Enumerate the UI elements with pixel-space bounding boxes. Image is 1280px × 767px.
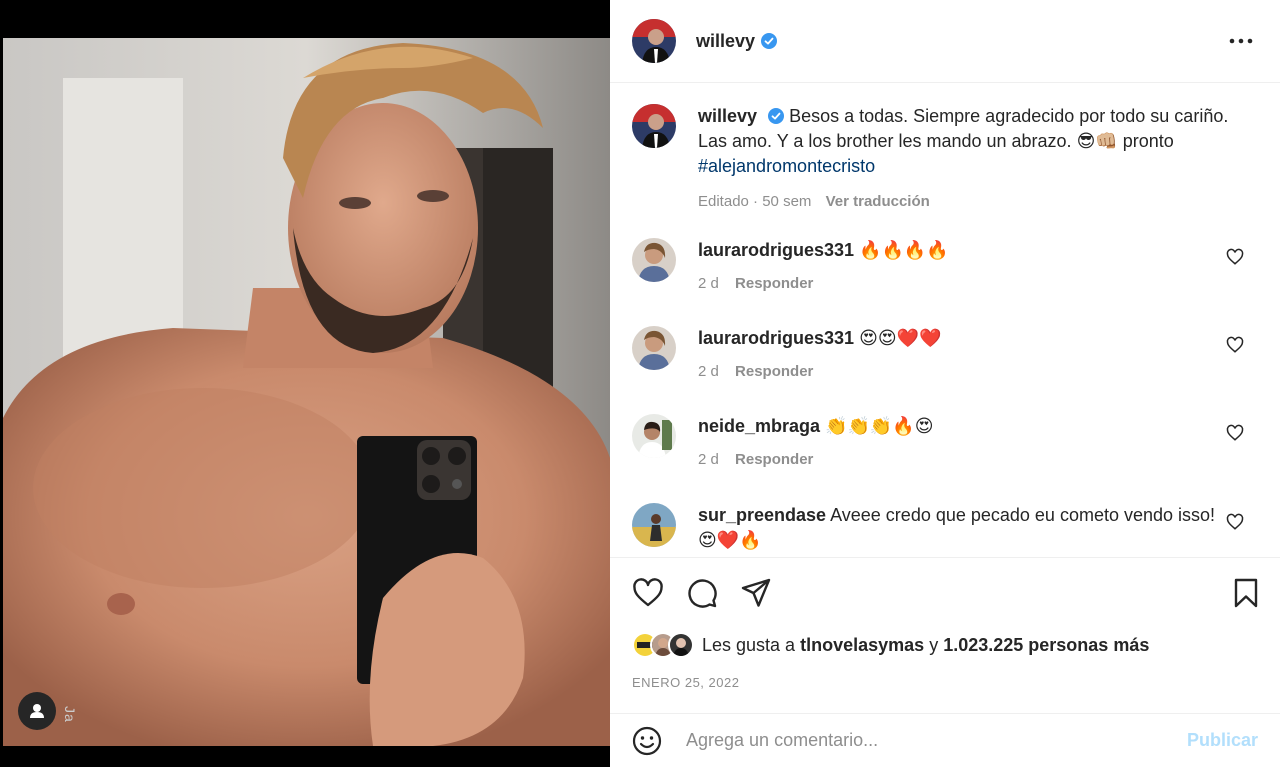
comment-time: 2 d (698, 363, 719, 380)
media-watermark: Ja (62, 706, 78, 723)
publish-button[interactable]: Publicar (1187, 730, 1258, 751)
likes-summary[interactable]: Les gusta a tlnovelasymas y 1.023.225 pe… (632, 632, 1149, 658)
caption-meta: Editado · 50 sem Ver traducción (698, 193, 930, 210)
post-date[interactable]: ENERO 25, 2022 (632, 675, 739, 690)
reply-button[interactable]: Responder (735, 363, 813, 380)
caption-text-end: pronto (1122, 131, 1174, 151)
likes-count[interactable]: 1.023.225 personas más (943, 635, 1149, 656)
caption-hashtag[interactable]: #alejandromontecristo (698, 156, 875, 176)
comment-text: Aveee credo que pecado eu cometo vendo i… (830, 505, 1216, 525)
add-comment-bar: Agrega un comentario... Publicar (610, 713, 1280, 767)
comment-username[interactable]: neide_mbraga (698, 416, 820, 436)
post-panel: willevy willevy Besos a todas. Siempre a… (610, 0, 1280, 767)
caption-avatar[interactable] (632, 104, 676, 148)
author-avatar[interactable] (632, 19, 676, 63)
comment-username[interactable]: laurarodrigues331 (698, 240, 854, 260)
emoji-picker-icon[interactable] (632, 726, 662, 756)
comment-emojis: 👏👏👏🔥😍 (825, 416, 934, 436)
comment-username[interactable]: sur_preendase (698, 505, 826, 525)
liker-avatar (668, 632, 694, 658)
commenter-avatar[interactable] (632, 326, 676, 370)
comment-input[interactable]: Agrega un comentario... (686, 730, 1156, 751)
likes-prefix: Les gusta a (702, 634, 796, 655)
comment-bubble-icon[interactable] (686, 577, 718, 609)
post-photo[interactable] (3, 38, 610, 746)
verified-badge-icon (768, 108, 785, 124)
post-caption: willevy Besos a todas. Siempre agradecid… (632, 104, 1262, 214)
like-comment-heart-icon[interactable] (1226, 336, 1244, 354)
commenter-avatar[interactable] (632, 414, 676, 458)
comment-emojis: 😍❤️🔥 (698, 530, 762, 550)
comment-time: 2 d (698, 451, 719, 468)
comments-list[interactable]: willevy Besos a todas. Siempre agradecid… (610, 84, 1280, 557)
like-comment-heart-icon[interactable] (1226, 513, 1244, 531)
comment-emojis: 🔥🔥🔥🔥 (859, 240, 949, 260)
caption-time: 50 sem (762, 193, 812, 210)
share-send-icon[interactable] (740, 577, 772, 609)
commenter-avatar[interactable] (632, 238, 676, 282)
comment-username[interactable]: laurarodrigues331 (698, 328, 854, 348)
edited-label: Editado (698, 193, 749, 210)
like-comment-heart-icon[interactable] (1226, 248, 1244, 266)
save-bookmark-icon[interactable] (1230, 577, 1262, 609)
comment-emojis: 😍😍❤️❤️ (859, 328, 942, 348)
post-actions: Les gusta a tlnovelasymas y 1.023.225 pe… (610, 557, 1280, 712)
user-icon (30, 704, 44, 718)
like-heart-icon[interactable] (632, 577, 664, 609)
comment-time: 2 d (698, 275, 719, 292)
more-options-button[interactable] (1228, 28, 1254, 54)
likes-conj: y (929, 634, 939, 655)
reply-button[interactable]: Responder (735, 451, 813, 468)
like-comment-heart-icon[interactable] (1226, 424, 1244, 442)
caption-emojis: 😎👊🏼 (1076, 131, 1118, 151)
comment-item: laurarodrigues331 🔥🔥🔥🔥 2 d Responder (632, 238, 1262, 296)
liker-avatars (632, 632, 694, 658)
verified-badge-icon (761, 33, 778, 49)
comment-item: sur_preendase Aveee credo que pecado eu … (632, 503, 1262, 553)
tagged-users-button[interactable] (18, 692, 56, 730)
post-media[interactable]: Ja (0, 0, 610, 767)
reply-button[interactable]: Responder (735, 275, 813, 292)
post-header: willevy (610, 0, 1280, 83)
likes-user[interactable]: tlnovelasymas (800, 635, 924, 656)
more-horizontal-icon (1229, 38, 1253, 44)
author-username[interactable]: willevy (696, 31, 755, 52)
translate-button[interactable]: Ver traducción (826, 193, 930, 210)
commenter-avatar[interactable] (632, 503, 676, 547)
caption-username[interactable]: willevy (698, 106, 757, 126)
comment-item: laurarodrigues331 😍😍❤️❤️ 2 d Responder (632, 326, 1262, 384)
comment-item: neide_mbraga 👏👏👏🔥😍 2 d Responder (632, 414, 1262, 472)
